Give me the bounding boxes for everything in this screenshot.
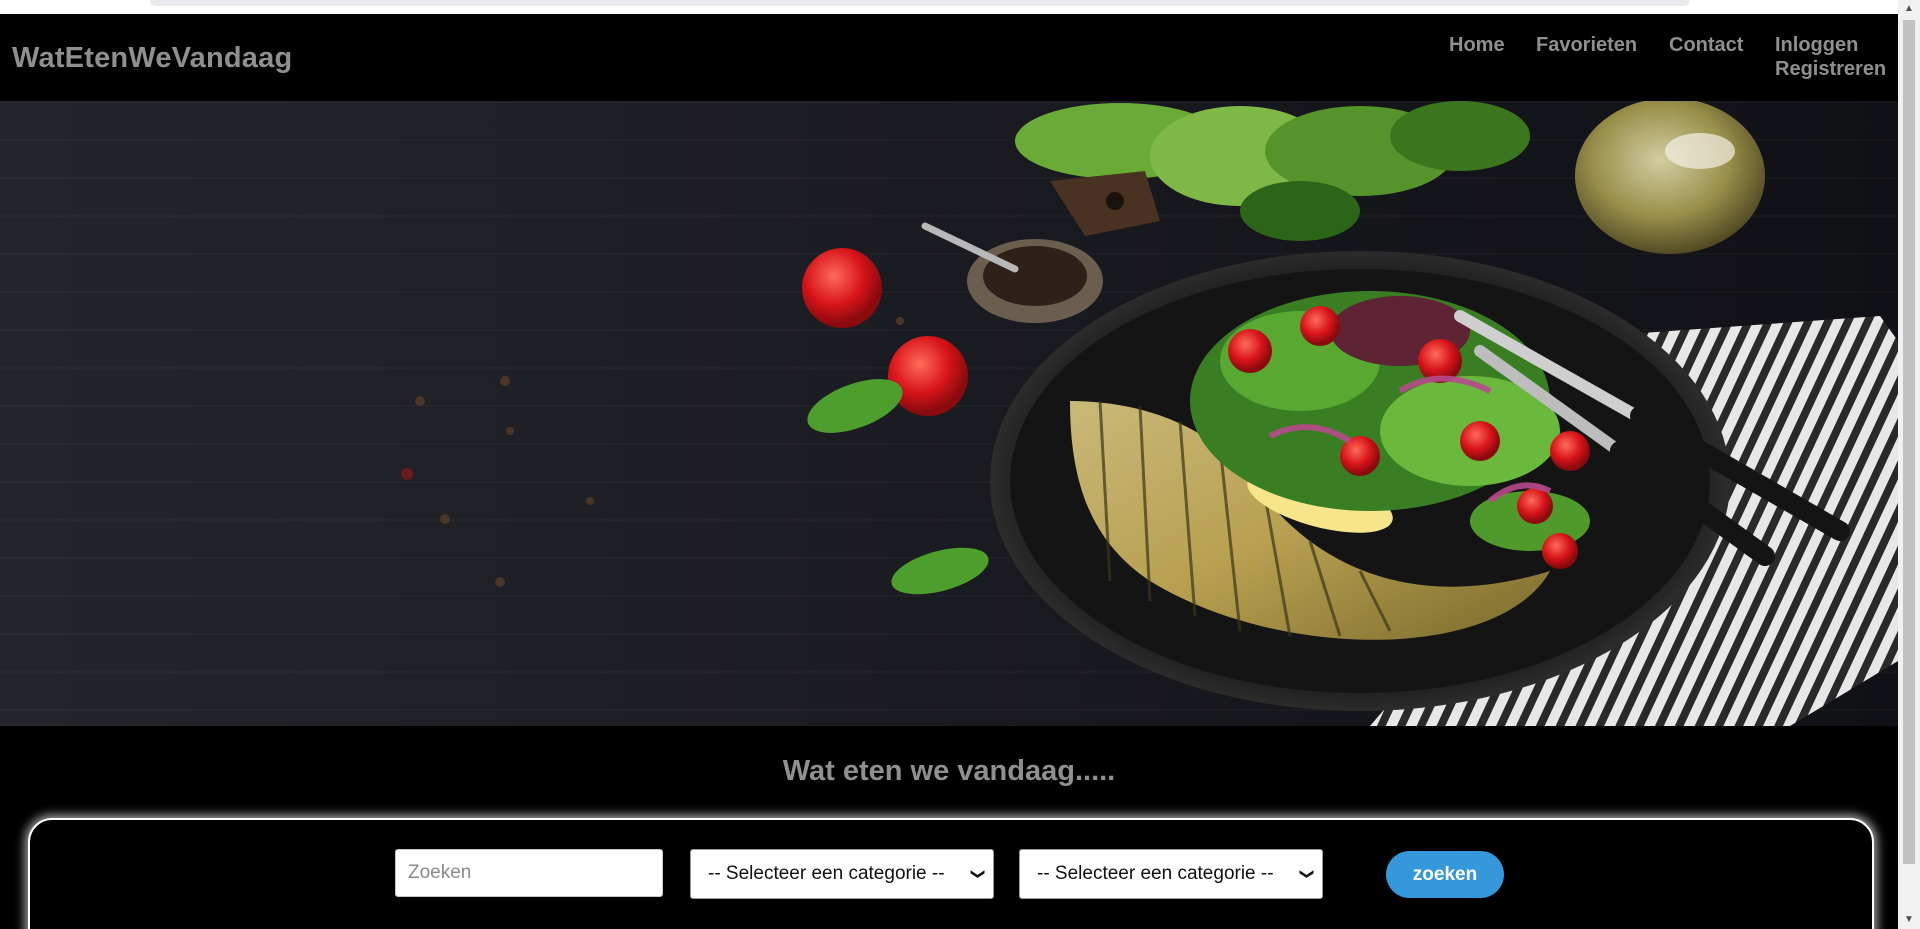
scrollbar-thumb[interactable]	[1903, 20, 1915, 864]
chevron-down-icon: ❯	[971, 868, 988, 880]
nav-home[interactable]: Home	[1449, 34, 1505, 57]
nav-contact[interactable]: Contact	[1669, 34, 1743, 57]
scroll-down-arrow-icon[interactable]: ▼	[1898, 911, 1920, 929]
vertical-scrollbar[interactable]: ▲ ▼	[1898, 0, 1920, 929]
browser-tab-edge	[150, 0, 1690, 6]
site-logo[interactable]: WatEtenWeVandaag	[12, 42, 292, 75]
search-button[interactable]: zoeken	[1386, 851, 1504, 898]
page: WatEtenWeVandaag Home Favorieten Contact…	[0, 0, 1920, 929]
nav-register[interactable]: Registreren	[1775, 58, 1886, 81]
scroll-up-arrow-icon[interactable]: ▲	[1898, 0, 1920, 18]
search-input[interactable]	[395, 849, 663, 897]
hero-image	[0, 101, 1898, 726]
category-select-2-value: -- Selecteer een categorie --	[1037, 863, 1274, 884]
nav-favorites[interactable]: Favorieten	[1536, 34, 1637, 57]
browser-top-strip	[0, 0, 1898, 14]
category-select-1-value: -- Selecteer een categorie --	[708, 863, 945, 884]
hero-illustration	[401, 101, 1898, 726]
chevron-down-icon: ❯	[1300, 868, 1317, 880]
page-headline: Wat eten we vandaag.....	[782, 755, 1116, 787]
category-select-2[interactable]: -- Selecteer een categorie -- ❯	[1019, 849, 1323, 899]
nav-login[interactable]: Inloggen	[1775, 34, 1858, 57]
category-select-1[interactable]: -- Selecteer een categorie -- ❯	[690, 849, 994, 899]
site-header: WatEtenWeVandaag Home Favorieten Contact…	[0, 14, 1898, 101]
